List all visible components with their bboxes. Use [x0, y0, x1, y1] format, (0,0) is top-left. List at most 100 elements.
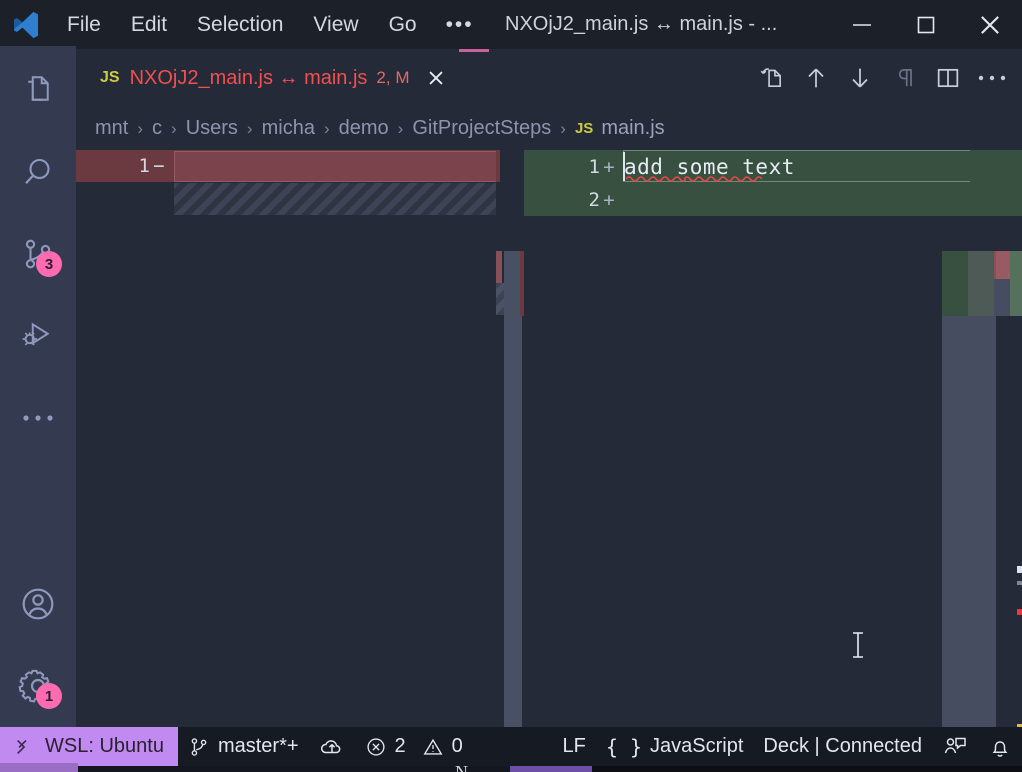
status-eol[interactable]: LF [553, 727, 596, 766]
menu-item-selection[interactable]: Selection [182, 0, 298, 49]
ellipsis-icon [20, 412, 56, 424]
source-control-badge: 3 [36, 251, 62, 277]
status-bar: WSL: Ubuntu master*+ 2 [0, 727, 1022, 766]
status-deck[interactable]: Deck | Connected [753, 727, 932, 766]
status-branch[interactable]: master*+ [178, 727, 309, 766]
taskbar-peek-glyph: N [455, 762, 468, 772]
remote-icon [14, 736, 36, 758]
overview-added-mark [1010, 251, 1022, 316]
status-branch-label: master*+ [218, 735, 299, 758]
feedback-person-icon [942, 735, 968, 759]
account-button[interactable] [0, 563, 76, 645]
editor-tab-label: NXOjJ2_main.js ↔ main.js [130, 67, 368, 90]
overview-error-mark [1017, 609, 1022, 615]
diff-pane-original[interactable]: 1 − [76, 150, 500, 727]
editor-tab-diff[interactable]: JS NXOjJ2_main.js ↔ main.js 2, M [80, 49, 459, 107]
status-warning-count: 0 [452, 735, 463, 758]
window-controls [830, 0, 1022, 49]
diff-editor[interactable]: 1 − 1 + [76, 150, 1022, 727]
files-icon [20, 72, 56, 108]
minimize-icon[interactable] [830, 0, 894, 49]
menu-item-file[interactable]: File [52, 0, 116, 49]
editor-minimap[interactable] [942, 251, 996, 772]
status-language[interactable]: { } JavaScript [596, 727, 754, 766]
breadcrumb[interactable]: mnt › c › Users › micha › demo › GitProj… [76, 107, 1022, 150]
breadcrumb-segment-mnt[interactable]: mnt [95, 117, 128, 140]
js-file-icon: JS [575, 120, 593, 137]
status-feedback[interactable] [932, 727, 978, 766]
taskbar-peek-purple [510, 766, 592, 772]
breadcrumb-separator-icon: › [137, 119, 143, 139]
diff-line-added[interactable]: 1 + add some text [524, 150, 1022, 183]
vscode-logo-icon [0, 0, 52, 49]
breadcrumb-segment-gitprojectsteps[interactable]: GitProjectSteps [412, 117, 551, 140]
arrow-down-icon[interactable] [838, 56, 882, 100]
bell-icon [988, 735, 1012, 759]
minimap-slider[interactable] [968, 251, 994, 316]
diff-sign-added: + [600, 189, 618, 211]
editor-group: JS NXOjJ2_main.js ↔ main.js 2, M [76, 49, 1022, 727]
overview-cursor-mark [1017, 566, 1022, 573]
breadcrumb-separator-icon: › [247, 119, 253, 139]
status-remote-indicator[interactable]: WSL: Ubuntu [0, 727, 178, 766]
split-editor-icon[interactable] [926, 56, 970, 100]
taskbar-peek-dark [592, 766, 1022, 772]
menu-item-edit[interactable]: Edit [116, 0, 182, 49]
sidebar-item-run-debug[interactable] [0, 295, 76, 377]
menu-overflow-icon[interactable]: ••• [432, 13, 488, 37]
line-number-gutter: 2 + [524, 183, 622, 216]
breadcrumb-separator-icon: › [560, 119, 566, 139]
spelling-squiggle-some-icon [684, 174, 762, 182]
diff-removed-edge [496, 251, 502, 283]
line-number: 2 [589, 189, 600, 211]
status-error-count: 2 [395, 735, 406, 758]
status-sync[interactable] [309, 727, 355, 766]
diff-filler-edge [496, 283, 504, 315]
window-title: NXOjJ2_main.js ↔ main.js - ... [505, 0, 777, 49]
status-notifications[interactable] [978, 727, 1022, 766]
sidebar-item-more[interactable] [0, 377, 76, 459]
line-number: 1 [139, 155, 150, 177]
overview-removed-mark [996, 251, 1010, 279]
manage-badge: 1 [36, 683, 62, 709]
status-problems[interactable]: 2 0 [355, 727, 473, 766]
pilcrow-icon[interactable] [882, 56, 926, 100]
breadcrumb-segment-demo[interactable]: demo [339, 117, 389, 140]
editor-actions [750, 49, 1014, 107]
breadcrumb-separator-icon: › [324, 119, 330, 139]
ellipsis-icon[interactable] [970, 56, 1014, 100]
search-icon [20, 154, 56, 190]
editor-tabs-row: JS NXOjJ2_main.js ↔ main.js 2, M [76, 49, 1022, 107]
close-icon[interactable] [423, 65, 449, 91]
run-debug-icon [20, 318, 56, 354]
sidebar-item-search[interactable] [0, 131, 76, 213]
arrow-up-icon[interactable] [794, 56, 838, 100]
manage-settings-button[interactable]: 1 [0, 645, 76, 727]
close-icon[interactable] [958, 0, 1022, 49]
breadcrumb-file[interactable]: main.js [601, 117, 664, 140]
diff-line-removed[interactable]: 1 − [76, 150, 500, 182]
maximize-icon[interactable] [894, 0, 958, 49]
sidebar-item-explorer[interactable] [0, 49, 76, 131]
warning-icon [422, 736, 444, 758]
editor-vertical-scrollbar[interactable] [504, 251, 522, 772]
sidebar-item-source-control[interactable]: 3 [0, 213, 76, 295]
status-eol-label: LF [563, 735, 586, 758]
go-to-file-icon[interactable] [750, 56, 794, 100]
breadcrumb-segment-c[interactable]: c [152, 117, 162, 140]
editor-overview-ruler[interactable] [996, 251, 1022, 772]
breadcrumb-segment-users[interactable]: Users [186, 117, 238, 140]
menu-item-go[interactable]: Go [374, 0, 432, 49]
breadcrumb-segment-micha[interactable]: micha [262, 117, 315, 140]
menu-item-view[interactable]: View [298, 0, 373, 49]
title-bar: File Edit Selection View Go ••• NXOjJ2_m… [0, 0, 1022, 49]
menu-bar[interactable]: File Edit Selection View Go ••• [52, 0, 488, 49]
diff-sign-added: + [600, 156, 618, 178]
diff-line-added[interactable]: 2 + [524, 183, 1022, 216]
account-icon [18, 584, 58, 624]
diff-filler-stripes [174, 183, 496, 215]
activity-bar: 3 [0, 49, 76, 727]
minimap-added-block [942, 251, 968, 283]
breadcrumb-separator-icon: › [398, 119, 404, 139]
minimap-added-block [942, 283, 968, 316]
